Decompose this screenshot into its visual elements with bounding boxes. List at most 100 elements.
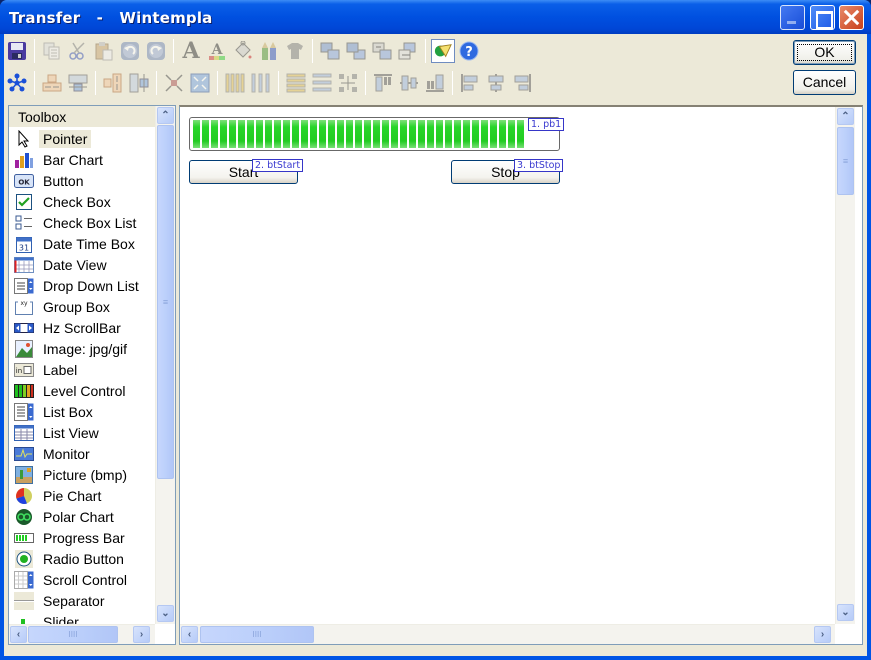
toolbox-item[interactable]: Check Box List: [9, 212, 155, 233]
move-forward-icon[interactable]: [370, 39, 394, 63]
control-tag-btstop: 3. btStop: [514, 159, 564, 172]
toolbox-item[interactable]: Pointer: [9, 128, 155, 149]
same-height-icon[interactable]: [101, 71, 125, 95]
cancel-button-label: Cancel: [802, 74, 847, 90]
progress-segment: [301, 120, 308, 148]
toolbox-item[interactable]: 31 Date Time Box: [9, 233, 155, 254]
control-tag-pb1: 1. pb1: [528, 118, 565, 131]
tab-order-icon[interactable]: [431, 39, 455, 63]
toolbox-item[interactable]: Radio Button: [9, 548, 155, 569]
minimize-button[interactable]: [780, 5, 805, 30]
font-color-icon[interactable]: A: [205, 39, 229, 63]
align-center-icon[interactable]: [484, 71, 508, 95]
svg-text:?: ?: [465, 45, 473, 60]
toolbox-item[interactable]: Check Box: [9, 191, 155, 212]
toolbox-item[interactable]: Image: jpg/gif: [9, 338, 155, 359]
undo-icon[interactable]: [118, 39, 142, 63]
title-bar[interactable]: Transfer - Wintempla: [0, 0, 871, 34]
cut-icon[interactable]: [66, 39, 90, 63]
paste-icon[interactable]: [92, 39, 116, 63]
scroll-up-button[interactable]: ⌃: [157, 107, 174, 124]
pencils-icon[interactable]: [257, 39, 281, 63]
designer-canvas[interactable]: 1. pb1 Start 2. btStart Stop 3. btStop ⌃…: [179, 105, 863, 645]
move-backward-icon[interactable]: [396, 39, 420, 63]
toolbox-item[interactable]: Polar Chart: [9, 506, 155, 527]
cancel-button[interactable]: Cancel: [793, 70, 856, 95]
toolbox-item[interactable]: in Label: [9, 359, 155, 380]
label-icon: in: [14, 361, 34, 379]
toolbox-item-label: Drop Down List: [43, 277, 139, 294]
toolbox-item[interactable]: Monitor: [9, 443, 155, 464]
progress-segment: [256, 120, 263, 148]
scroll-left-button[interactable]: ‹: [181, 626, 198, 643]
progress-segment: [202, 120, 209, 148]
align-right-icon[interactable]: [510, 71, 534, 95]
toolbox-item[interactable]: Drop Down List: [9, 275, 155, 296]
toolbox-item-label: Image: jpg/gif: [43, 340, 128, 357]
toolbar-separator: [217, 71, 218, 95]
scroll-thumb[interactable]: IIII: [200, 626, 314, 643]
align-middle-icon[interactable]: [397, 71, 421, 95]
scroll-left-button[interactable]: ‹: [10, 626, 27, 643]
toolbox-list: Toolbox Pointer Bar Chart OK Button Check Bo…: [9, 106, 155, 624]
scroll-right-button[interactable]: ›: [814, 626, 831, 643]
ok-button[interactable]: OK: [793, 40, 856, 65]
scroll-thumb[interactable]: ≡: [837, 127, 854, 195]
progress-bar-control[interactable]: [189, 117, 560, 151]
toolbox-vscrollbar[interactable]: ⌃ ≡ ⌄: [155, 106, 175, 624]
select-all-icon[interactable]: [5, 71, 29, 95]
space-horizontal-equal-icon[interactable]: [249, 71, 273, 95]
toolbox-item[interactable]: List Box: [9, 401, 155, 422]
center-both-icon[interactable]: [336, 71, 360, 95]
space-horizontal-icon[interactable]: [223, 71, 247, 95]
scroll-down-button[interactable]: ⌄: [157, 605, 174, 622]
resize-height-icon[interactable]: [127, 71, 151, 95]
toolbox-item[interactable]: List View: [9, 422, 155, 443]
toolbox-item[interactable]: Picture (bmp): [9, 464, 155, 485]
expand-icon[interactable]: [188, 71, 212, 95]
space-vertical-equal-icon[interactable]: [310, 71, 334, 95]
canvas-hscrollbar[interactable]: ‹ IIII ›: [180, 624, 835, 644]
toolbox-item[interactable]: Bar Chart: [9, 149, 155, 170]
scroll-thumb[interactable]: ≡: [157, 125, 174, 479]
fill-color-icon[interactable]: [231, 39, 255, 63]
scroll-thumb[interactable]: IIII: [28, 626, 118, 643]
canvas-vscrollbar[interactable]: ⌃ ≡ ⌄: [835, 107, 855, 624]
toolbox-hscrollbar[interactable]: ‹ IIII ›: [9, 624, 155, 644]
toolbox-item[interactable]: Pie Chart: [9, 485, 155, 506]
same-width-icon[interactable]: [40, 71, 64, 95]
hz-scrollbar-icon: [14, 319, 34, 337]
toolbox-item[interactable]: Slider: [9, 611, 155, 624]
help-icon[interactable]: ?: [457, 39, 481, 63]
toolbox-item[interactable]: Separator: [9, 590, 155, 611]
toolbox-item[interactable]: Level Control: [9, 380, 155, 401]
bring-to-front-icon[interactable]: [318, 39, 342, 63]
resize-width-icon[interactable]: [66, 71, 90, 95]
scroll-up-button[interactable]: ⌃: [837, 108, 854, 125]
toolbox-item[interactable]: Date View: [9, 254, 155, 275]
close-button[interactable]: [839, 5, 864, 30]
toolbox-item[interactable]: OK Button: [9, 170, 155, 191]
bar-chart-icon: [14, 151, 34, 169]
align-top-icon[interactable]: [371, 71, 395, 95]
toolbox-item[interactable]: Hz ScrollBar: [9, 317, 155, 338]
copy-icon[interactable]: [40, 39, 64, 63]
toolbox-item[interactable]: Progress Bar: [9, 527, 155, 548]
maximize-button[interactable]: [810, 5, 835, 30]
align-bottom-icon[interactable]: [423, 71, 447, 95]
shrink-icon[interactable]: [162, 71, 186, 95]
scroll-down-button[interactable]: ⌄: [837, 604, 854, 621]
send-to-back-icon[interactable]: [344, 39, 368, 63]
shirt-icon[interactable]: [283, 39, 307, 63]
toolbox-item[interactable]: xy Group Box: [9, 296, 155, 317]
align-left-icon[interactable]: [458, 71, 482, 95]
font-icon[interactable]: A: [179, 38, 203, 64]
scroll-right-button[interactable]: ›: [133, 626, 150, 643]
redo-icon[interactable]: [144, 39, 168, 63]
space-vertical-icon[interactable]: [284, 71, 308, 95]
svg-text:A: A: [211, 42, 224, 58]
save-icon[interactable]: [5, 39, 29, 63]
toolbox-item-label: Scroll Control: [43, 571, 128, 588]
toolbox-item[interactable]: Scroll Control: [9, 569, 155, 590]
progress-segment: [283, 120, 290, 148]
